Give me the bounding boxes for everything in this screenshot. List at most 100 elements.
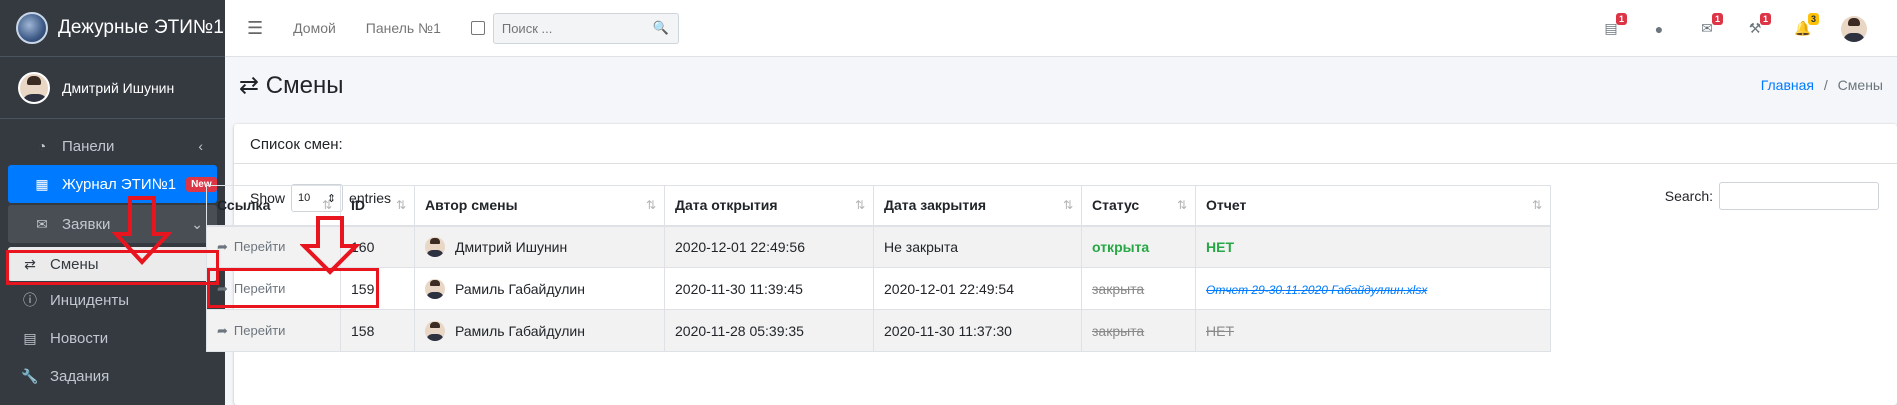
info-icon: ⓘ [23,292,37,308]
mail-icon[interactable]: ✉ 1 [1697,12,1723,39]
sidebar-item-panels[interactable]: ◔ Панели ‹ [8,127,217,165]
navbar-right-icons: ▤ 1 ● ✉ 1 ⚒ 1 🔔 3 [1601,0,1867,57]
go-link[interactable]: ➦ Перейти [217,323,285,338]
cell-closed: 2020-12-01 22:49:54 [873,267,1082,310]
info-circle-icon[interactable]: ● [1649,19,1669,39]
search-label: Search: [1664,188,1713,204]
chevron-down-icon: ⌄ [191,215,203,232]
tools-icon[interactable]: ⚒ 1 [1745,12,1771,39]
col-header-opened[interactable]: Дата открытия ⇅ [664,185,874,227]
table-row: ➦ Перейти 159 Рамиль Габайдулин 2020-11-3… [206,267,1551,310]
cell-opened: 2020-11-28 05:39:35 [664,309,874,352]
tachometer-icon: ◔ [37,138,47,154]
user-panel[interactable]: Дмитрий Ишунин [0,57,225,119]
brand-title: Дежурные ЭТИ№1 [58,17,224,38]
go-link[interactable]: ➦ Перейти [217,239,285,254]
cell-closed: Не закрыта [873,225,1082,268]
nav-home-link[interactable]: Домой [293,20,336,36]
cell-author: Дмитрий Ишунин [414,225,665,268]
report-link[interactable]: Отчет 29-30.11.2020 Габайдуллин.xlsx [1206,283,1427,297]
sort-icon: ⇅ [1531,198,1542,212]
col-header-closed[interactable]: Дата закрытия ⇅ [873,185,1082,227]
col-label: Автор смены [425,197,518,214]
navbar-search: 🔍 [492,12,679,44]
sidebar-item-label: Задания [50,367,110,385]
col-label: Статус [1092,197,1140,214]
sort-icon: ⇅ [854,198,865,212]
col-header-status[interactable]: Статус ⇅ [1081,185,1196,227]
col-label: Дата закрытия [884,197,986,214]
inbox-badge: 1 [1615,12,1627,25]
tools-badge: 1 [1759,12,1771,25]
sidebar-item-incidents[interactable]: ⓘ Инциденты [8,281,217,319]
sidebar-item-label: Новости [50,329,109,347]
sort-icon: ⇅ [645,198,656,212]
nav-panel-link[interactable]: Панель №1 [366,20,441,36]
col-label: Ссылка [217,197,271,214]
shifts-table: Ссылка ⇅ ID ⇅ Автор смены ⇅ Дата открытия ⇅ … [206,185,1551,352]
cell-link: ➦ Перейти [206,309,341,352]
page-title: ⇄ Смены [239,71,343,100]
chevron-left-icon: ‹ [198,138,203,154]
top-navbar: ☰ Домой Панель №1 🔍 ▤1 ● ✉1 ⚒1 🔔3 [225,0,1897,57]
search-input[interactable] [493,13,644,43]
sort-icon: ⇅ [1062,198,1073,212]
sort-icon: ⇅ [395,198,406,212]
col-label: Дата открытия [675,197,778,214]
wrench-icon: 🔧 [21,367,39,384]
cell-status: закрыта [1081,267,1196,310]
bell-badge: 3 [1807,12,1819,25]
share-icon: ➦ [217,323,228,338]
breadcrumb: Главная / Смены [1761,77,1883,93]
col-header-report[interactable]: Отчет ⇅ [1195,185,1551,227]
cell-opened: 2020-12-01 22:49:56 [664,225,874,268]
envelope-icon: ✉ [36,215,48,232]
cell-status: закрыта [1081,309,1196,352]
table-row: ➦ Перейти 160 Дмитрий Ишунин 2020-12-01 2… [206,225,1551,268]
breadcrumb-separator: / [1823,77,1828,93]
sidebar-item-tasks[interactable]: 🔧 Задания [8,357,217,395]
author-avatar [425,278,445,299]
col-header-author[interactable]: Автор смены ⇅ [414,185,665,227]
cell-report: Отчет 29-30.11.2020 Габайдуллин.xlsx [1195,267,1551,310]
table-search-input[interactable] [1719,182,1879,210]
go-label: Перейти [233,323,286,338]
user-name[interactable]: Дмитрий Ишунин [62,80,174,96]
cell-status: открыта [1081,225,1196,268]
breadcrumb-current: Смены [1837,77,1883,93]
sidebar-item-label: Заявки [62,215,111,233]
col-label: ID [351,197,365,214]
navbar-checkbox[interactable] [470,21,485,35]
annotation-arrow-down-icon [112,196,172,265]
go-label: Перейти [233,239,286,255]
breadcrumb-home[interactable]: Главная [1761,77,1814,93]
author-name: Дмитрий Ишунин [455,238,568,255]
brand-link[interactable]: Дежурные ЭТИ№1 [0,0,225,57]
table-search: Search: [1665,182,1879,210]
table-row: ➦ Перейти 158 Рамиль Габайдулин 2020-11-2… [206,309,1551,352]
sort-icon: ⇅ [1176,198,1187,212]
cell-report: НЕТ [1195,309,1551,352]
author-avatar [425,236,445,257]
table-header-row: Ссылка ⇅ ID ⇅ Автор смены ⇅ Дата открытия ⇅ … [206,185,1551,227]
page-title-text: Смены [265,72,344,99]
exchange-icon: ⇄ [239,72,260,99]
col-label: Отчет [1206,197,1247,214]
sidebar-item-label: Инциденты [50,291,130,309]
content-header: ⇄ Смены Главная / Смены [225,57,1897,127]
menu-toggle-icon[interactable]: ☰ [247,18,263,39]
grid-icon: ▦ [35,175,49,192]
annotation-arrow-down-icon [300,216,360,275]
author-name: Рамиль Габайдулин [455,280,585,297]
inbox-icon[interactable]: ▤ 1 [1601,12,1627,39]
report-value: НЕТ [1206,238,1234,255]
bell-icon[interactable]: 🔔 3 [1793,12,1819,39]
sidebar-item-news[interactable]: ▤ Новости [8,319,217,357]
brand-logo [16,12,48,44]
avatar [18,71,50,104]
sort-icon: ⇅ [321,198,332,212]
search-icon[interactable]: 🔍 [644,20,678,36]
card-title: Список смен: [234,124,1897,164]
report-value: НЕТ [1206,322,1234,339]
user-avatar[interactable] [1841,15,1867,42]
